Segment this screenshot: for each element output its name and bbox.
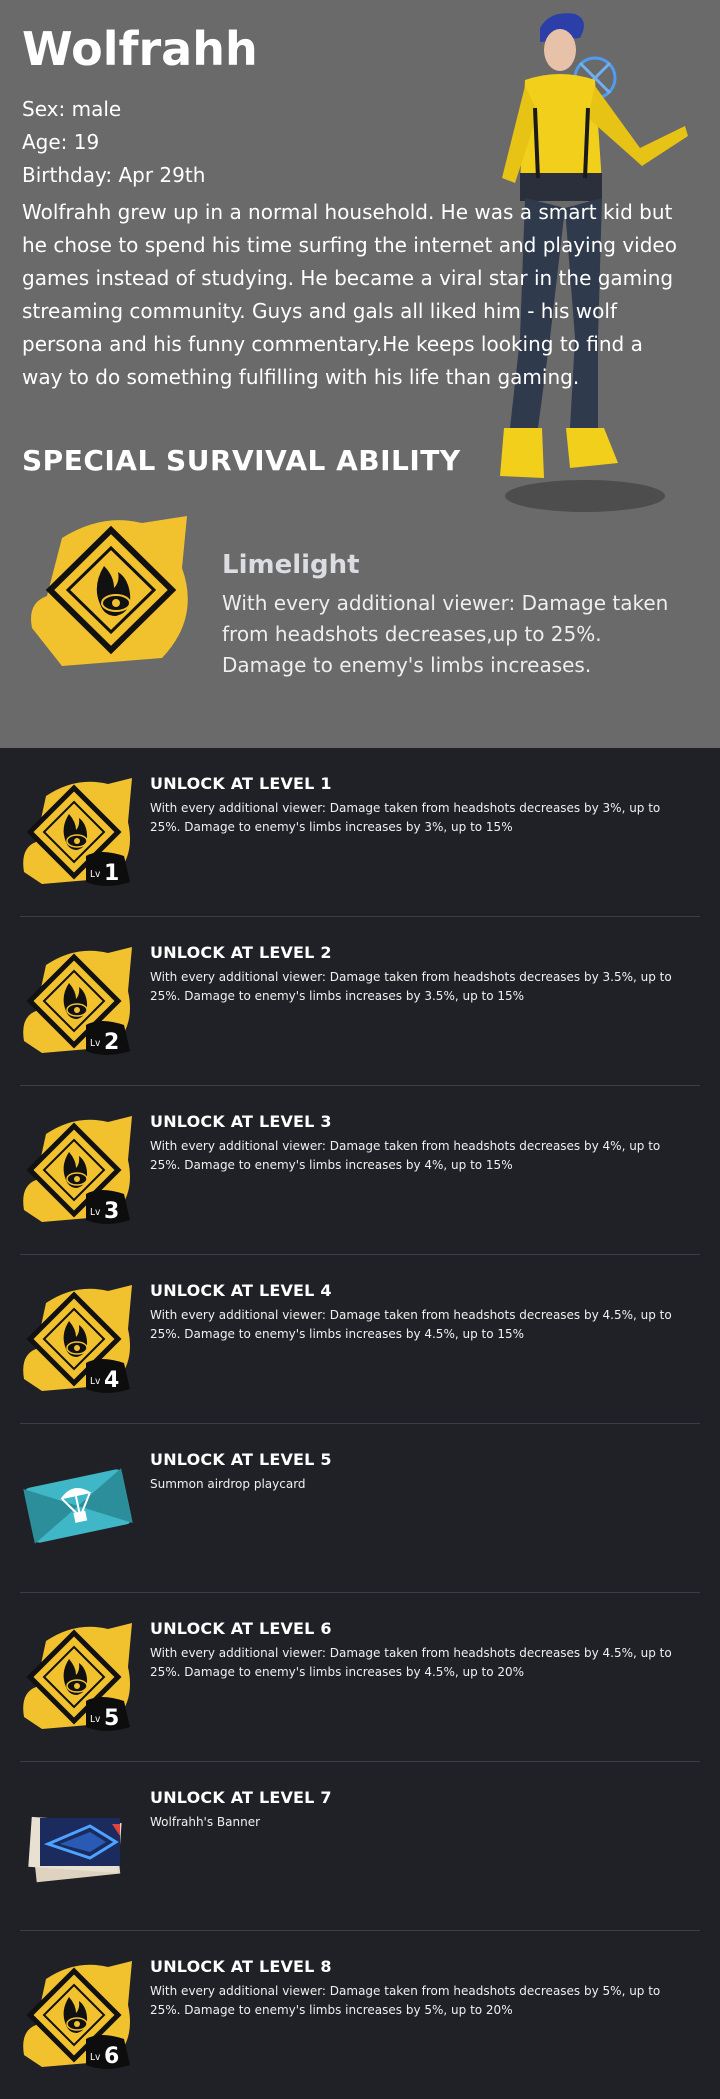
level-badge-prefix: Lv xyxy=(90,2052,101,2063)
level-description: With every additional viewer: Damage tak… xyxy=(150,1646,672,1679)
character-name: Wolfrahh xyxy=(22,22,258,76)
ability-icon: Lv 5 xyxy=(23,1623,133,1731)
level-text: UNLOCK AT LEVEL 3 With every additional v… xyxy=(150,1112,680,1175)
level-badge-number: 6 xyxy=(104,2044,119,2069)
character-hero: Wolfrahh Sex: male Age: 19 Birthday: Apr… xyxy=(0,0,720,748)
level-unlock-list: Lv 1 UNLOCK AT LEVEL 1 With every additio… xyxy=(0,748,720,2099)
level-title: UNLOCK AT LEVEL 8 xyxy=(150,1957,332,1976)
level-badge-prefix: Lv xyxy=(90,869,101,880)
level-title: UNLOCK AT LEVEL 5 xyxy=(150,1450,332,1469)
level-description: With every additional viewer: Damage tak… xyxy=(150,1984,661,2017)
airdrop-card-icon xyxy=(23,1468,133,1544)
character-age: Age: 19 xyxy=(22,130,100,154)
level-badge-prefix: Lv xyxy=(90,1207,101,1218)
level-row: Lv 3 UNLOCK AT LEVEL 3 With every additio… xyxy=(20,1086,700,1255)
section-title: SPECIAL SURVIVAL ABILITY xyxy=(22,444,461,477)
ability-icon xyxy=(31,516,188,666)
ability-icon: Lv 4 xyxy=(23,1285,133,1393)
level-description: With every additional viewer: Damage tak… xyxy=(150,1139,661,1172)
level-description: Wolfrahh's Banner xyxy=(150,1815,261,1829)
banner-icon xyxy=(28,1816,122,1883)
level-title: UNLOCK AT LEVEL 3 xyxy=(150,1112,332,1131)
level-title: UNLOCK AT LEVEL 4 xyxy=(150,1281,332,1300)
level-title: UNLOCK AT LEVEL 2 xyxy=(150,943,332,962)
level-description: Summon airdrop playcard xyxy=(150,1477,306,1491)
level-text: UNLOCK AT LEVEL 4 With every additional v… xyxy=(150,1281,680,1344)
level-text: UNLOCK AT LEVEL 8 With every additional v… xyxy=(150,1957,680,2020)
level-text: UNLOCK AT LEVEL 7 Wolfrahh's Banner xyxy=(150,1788,680,1832)
level-badge-number: 5 xyxy=(104,1706,119,1731)
character-bio: Wolfrahh grew up in a normal household. … xyxy=(22,200,677,389)
level-row: Lv 2 UNLOCK AT LEVEL 2 With every additio… xyxy=(20,917,700,1086)
character-birthday: Birthday: Apr 29th xyxy=(22,163,206,187)
character-details: Sex: male Age: 19 Birthday: Apr 29th xyxy=(22,93,205,192)
level-badge-number: 1 xyxy=(104,861,119,886)
level-row: Lv 4 UNLOCK AT LEVEL 4 With every additio… xyxy=(20,1255,700,1424)
level-badge-number: 2 xyxy=(104,1030,119,1055)
level-badge-number: 3 xyxy=(104,1199,119,1224)
level-description: With every additional viewer: Damage tak… xyxy=(150,801,661,834)
level-badge-number: 4 xyxy=(104,1368,119,1393)
level-title: UNLOCK AT LEVEL 1 xyxy=(150,774,332,793)
ability-icon: Lv 1 xyxy=(23,778,133,886)
level-title: UNLOCK AT LEVEL 6 xyxy=(150,1619,332,1638)
level-row: Lv 6 UNLOCK AT LEVEL 8 With every additio… xyxy=(20,1931,700,2099)
level-title: UNLOCK AT LEVEL 7 xyxy=(150,1788,332,1807)
ability-description: With every additional viewer: Damage tak… xyxy=(222,591,669,677)
level-description: With every additional viewer: Damage tak… xyxy=(150,970,672,1003)
ability-icon: Lv 6 xyxy=(23,1961,133,2069)
ability-icon: Lv 2 xyxy=(23,947,133,1055)
level-row: Lv 1 UNLOCK AT LEVEL 1 With every additio… xyxy=(20,748,700,917)
level-text: UNLOCK AT LEVEL 5 Summon airdrop playcard xyxy=(150,1450,680,1494)
level-badge-prefix: Lv xyxy=(90,1714,101,1725)
level-text: UNLOCK AT LEVEL 1 With every additional v… xyxy=(150,774,680,837)
level-text: UNLOCK AT LEVEL 6 With every additional v… xyxy=(150,1619,680,1682)
level-badge-prefix: Lv xyxy=(90,1376,101,1387)
level-row: Lv 5 UNLOCK AT LEVEL 6 With every additio… xyxy=(20,1593,700,1762)
ability-icon: Lv 3 xyxy=(23,1116,133,1224)
level-text: UNLOCK AT LEVEL 2 With every additional v… xyxy=(150,943,680,1006)
ability-name: Limelight xyxy=(222,550,360,580)
level-description: With every additional viewer: Damage tak… xyxy=(150,1308,672,1341)
level-row: UNLOCK AT LEVEL 5 Summon airdrop playcard xyxy=(20,1424,700,1593)
level-badge-prefix: Lv xyxy=(90,1038,101,1049)
character-sex: Sex: male xyxy=(22,97,122,121)
level-row: UNLOCK AT LEVEL 7 Wolfrahh's Banner xyxy=(20,1762,700,1931)
